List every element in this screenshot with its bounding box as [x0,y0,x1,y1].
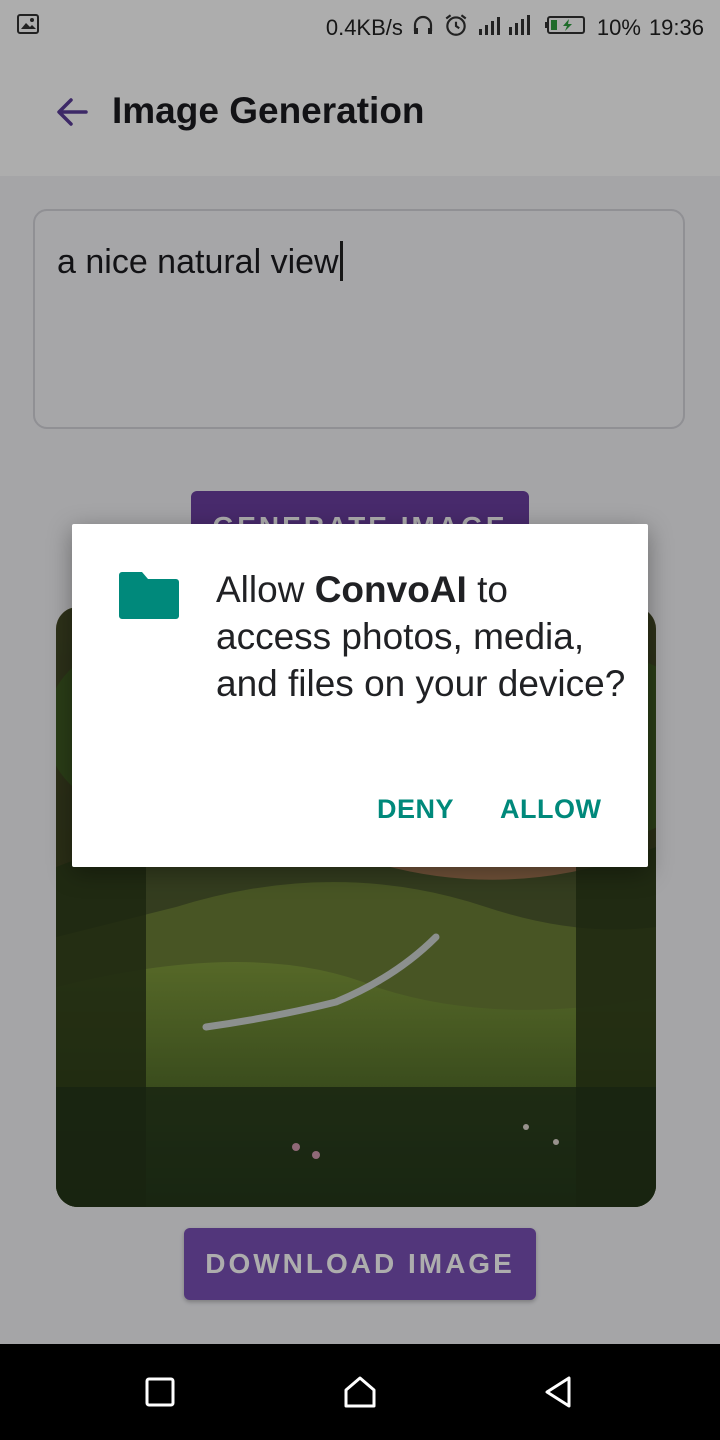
home-icon [344,1376,376,1408]
dialog-text-before: Allow [216,569,315,610]
permission-dialog: Allow ConvoAI to access photos, media, a… [72,524,648,867]
back-nav-button[interactable] [538,1372,578,1412]
allow-button[interactable]: ALLOW [500,794,601,825]
folder-icon [118,570,180,625]
system-nav-bar [0,1344,720,1440]
dialog-message: Allow ConvoAI to access photos, media, a… [216,566,626,707]
square-icon [145,1377,175,1407]
triangle-back-icon [545,1376,571,1408]
dialog-app-name: ConvoAI [314,569,467,610]
app-screen: 0.4KB/s 10% 19:36 Image Generation a nic… [0,0,720,1344]
home-button[interactable] [340,1372,380,1412]
recents-button[interactable] [140,1372,180,1412]
deny-button[interactable]: DENY [377,794,454,825]
